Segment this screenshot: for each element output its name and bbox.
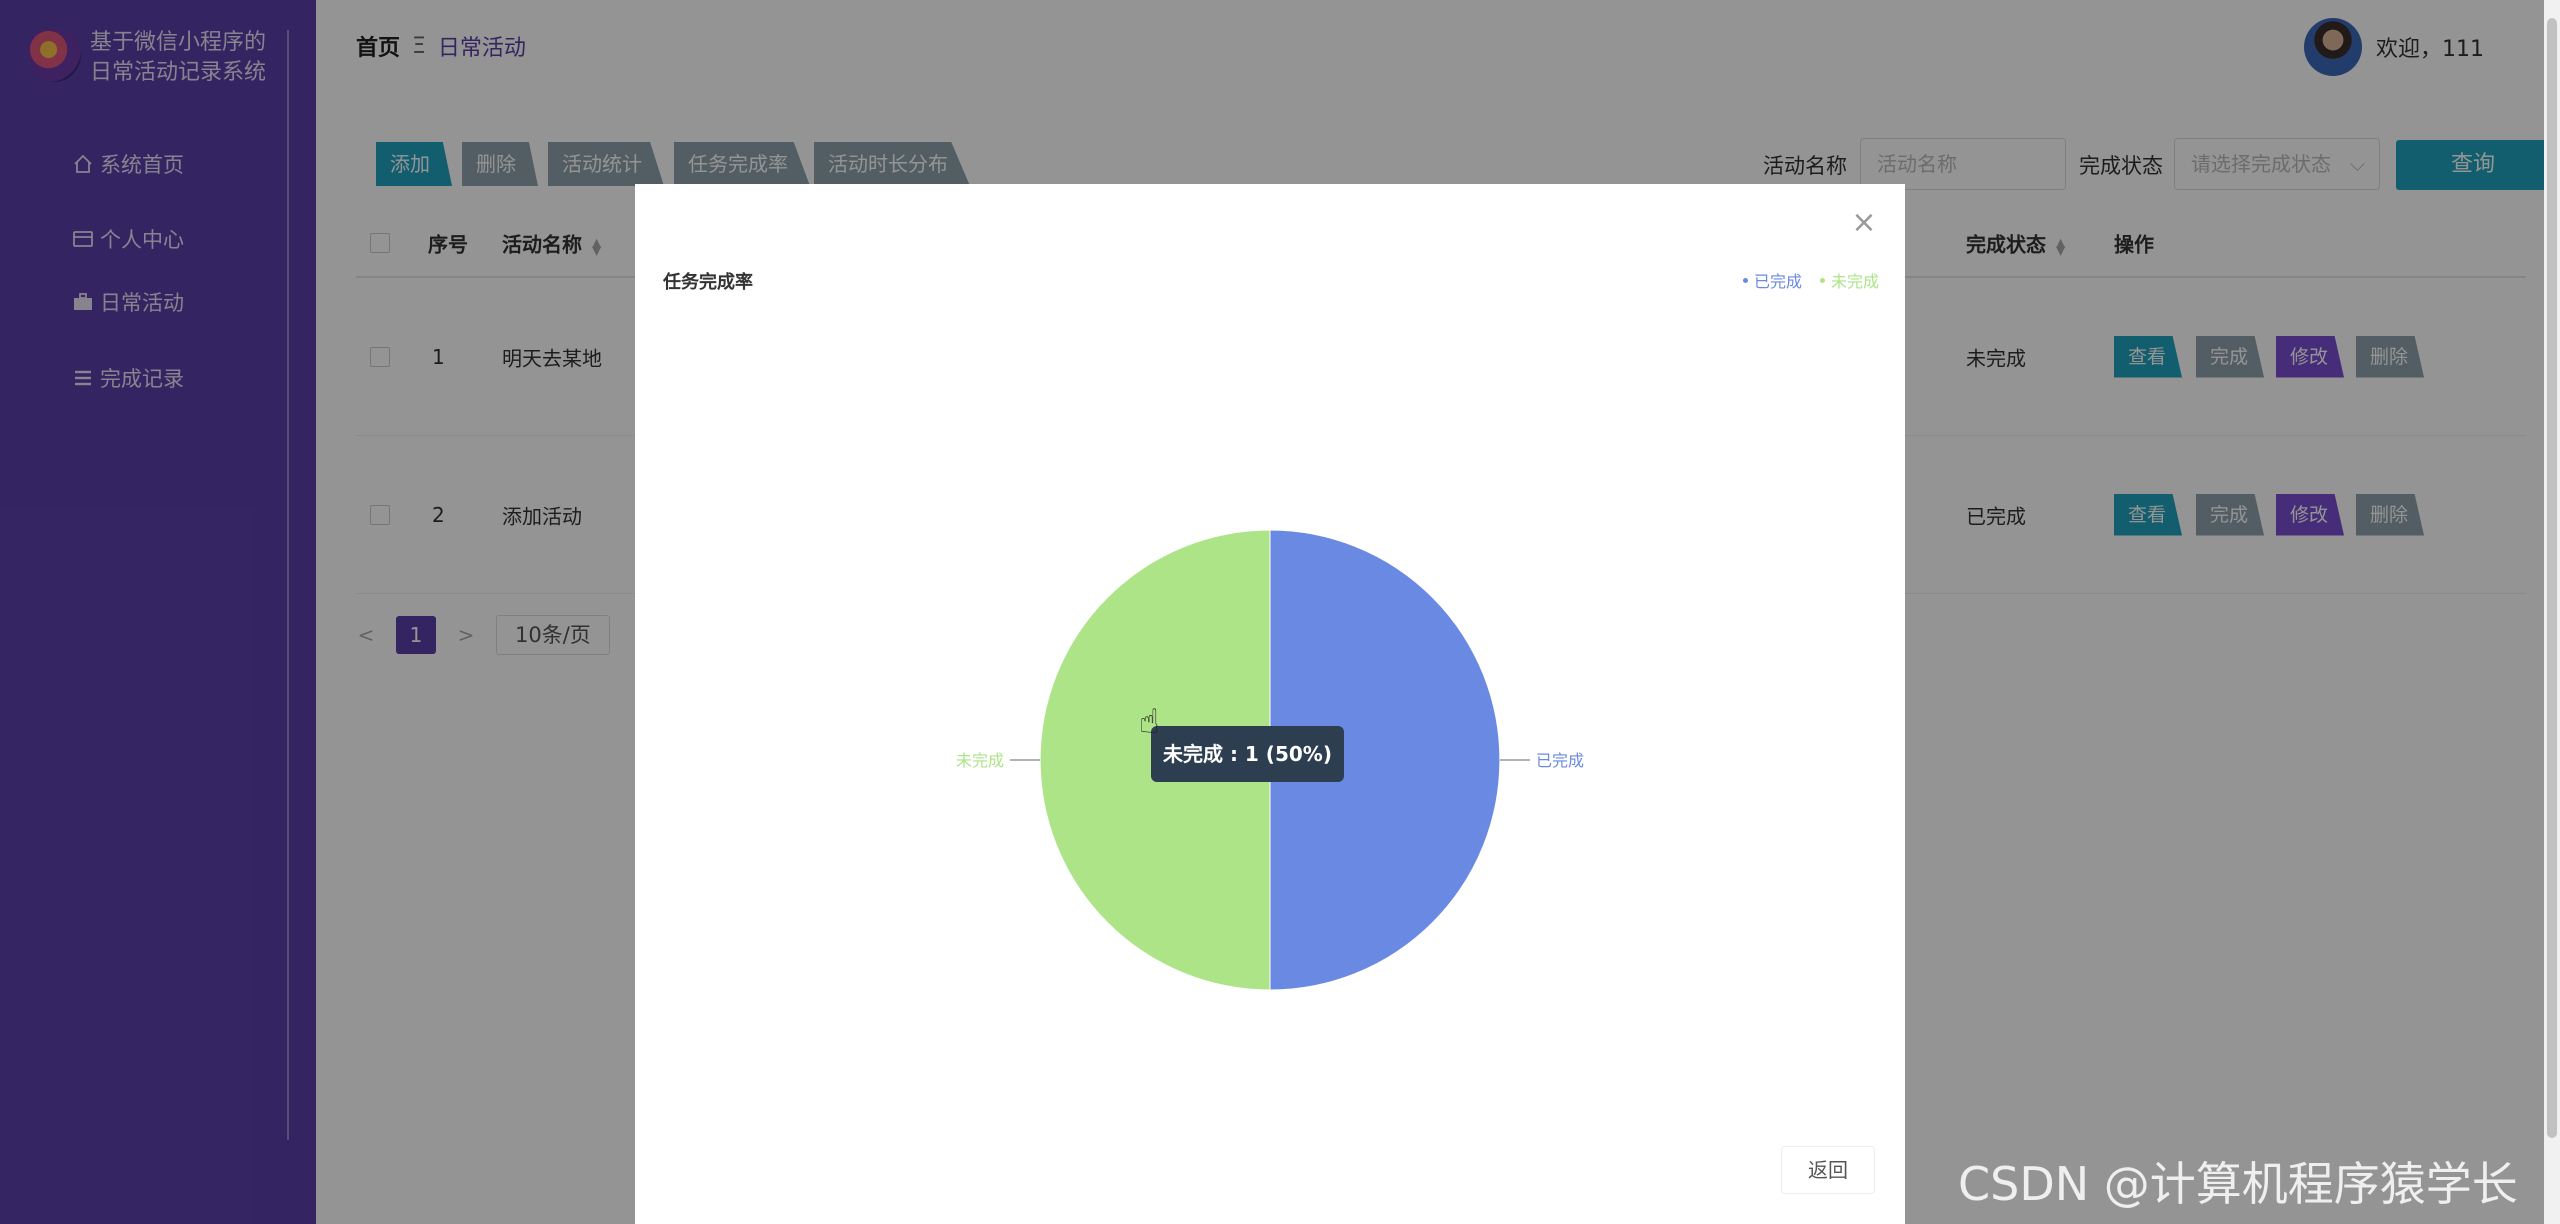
back-button[interactable]: 返回 [1781,1146,1875,1194]
hand-cursor-icon: ☝ [1139,702,1160,742]
chart-tooltip: 未完成 : 1 (50%) [1151,726,1344,782]
scrollbar[interactable] [2544,0,2560,1224]
watermark: CSDN @计算机程序猿学长 [1958,1157,2518,1211]
scrollbar-thumb[interactable] [2547,18,2557,1138]
slice-label: 已完成 [1536,752,1584,770]
pie-chart: 已完成 未完成 [956,529,1584,991]
chart-dialog: × 任务完成率 已完成 未完成 已完成 未完成 未完成 : 1 (50%) ☝ 返… [635,184,1905,1224]
slice-label: 未完成 [956,752,1004,770]
